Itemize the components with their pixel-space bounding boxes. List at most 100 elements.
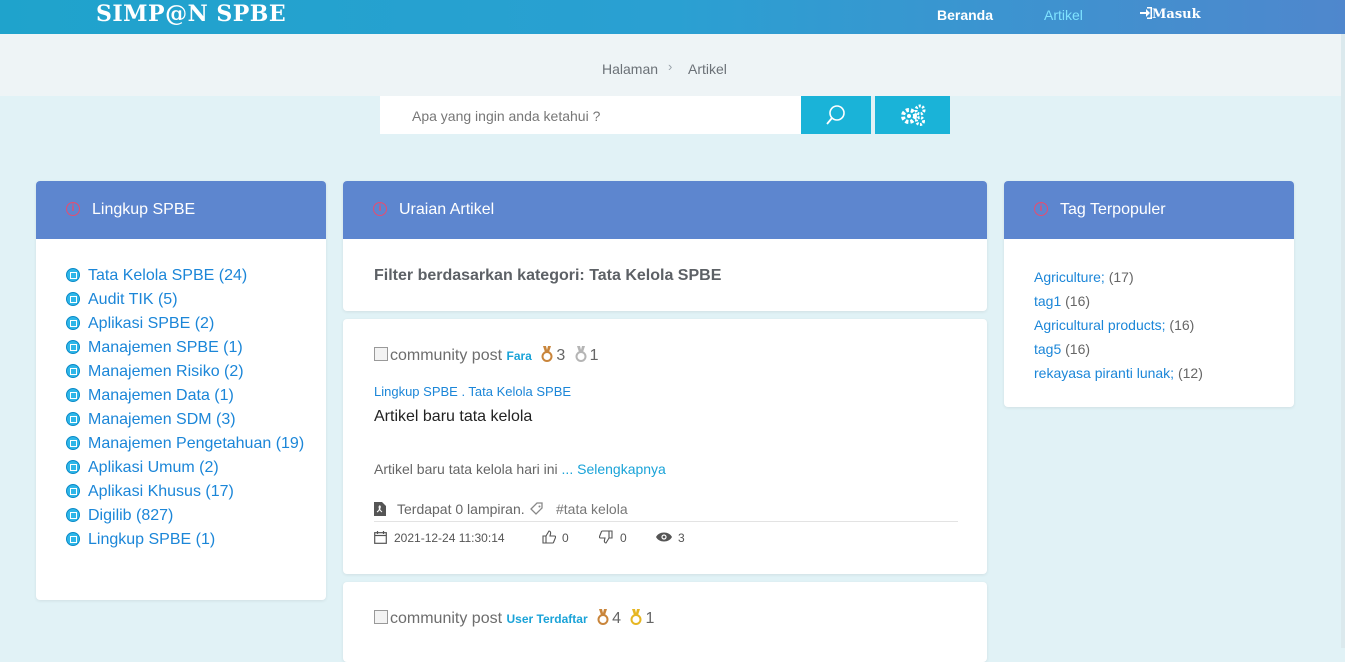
divider [374, 521, 958, 522]
broken-image-icon [374, 610, 388, 624]
nav-articles[interactable]: Artikel [1044, 7, 1083, 23]
tag-item: tag5 (16) [1034, 337, 1203, 361]
category-icon [66, 268, 80, 282]
tags-card-header: i Tag Terpopuler [1004, 181, 1294, 239]
tag-icon [530, 502, 543, 515]
category-label: Manajemen SPBE (1) [88, 339, 243, 356]
nav-login[interactable]: Masuk [1140, 7, 1201, 22]
info-icon: i [1034, 202, 1048, 216]
tag-item: Agriculture; (17) [1034, 265, 1203, 289]
category-item[interactable]: Manajemen SPBE (1) [66, 336, 306, 360]
category-label: Manajemen Data (1) [88, 387, 234, 404]
article-header-card: i Uraian Artikel Filter berdasarkan kate… [343, 181, 987, 311]
breadcrumb-current: Artikel [688, 61, 727, 77]
medal-gold-icon [630, 609, 642, 625]
thumbs-up-icon[interactable] [542, 530, 556, 544]
post-author-line: community post User Terdaftar 4 1 [374, 609, 654, 628]
info-icon: i [373, 202, 387, 216]
calendar-icon [374, 531, 387, 544]
login-icon [1140, 7, 1152, 19]
broken-image-icon [374, 347, 388, 361]
page-scrollbar[interactable] [1341, 34, 1345, 648]
medal-count: 1 [645, 610, 655, 627]
category-label: Audit TIK (5) [88, 291, 178, 308]
post-excerpt-text: Artikel baru tata kelola hari ini [374, 461, 558, 477]
tags-card-title: Tag Terpopuler [1060, 201, 1166, 218]
category-card-header: i Lingkup SPBE [36, 181, 326, 239]
tag-link[interactable]: tag1 [1034, 293, 1061, 309]
post-title[interactable]: Artikel baru tata kelola [374, 408, 532, 426]
post-card: community post User Terdaftar 4 1 [343, 582, 987, 662]
top-navbar: SIMP@N SPBE Beranda Artikel Masuk [0, 0, 1345, 34]
category-item[interactable]: Aplikasi Khusus (17) [66, 480, 306, 504]
tag-link[interactable]: tag5 [1034, 341, 1061, 357]
category-item[interactable]: Manajemen SDM (3) [66, 408, 306, 432]
chevron-right-icon: › [668, 59, 673, 74]
tag-link[interactable]: Agriculture; [1034, 269, 1105, 285]
category-label: Aplikasi Khusus (17) [88, 483, 234, 500]
tags-card: i Tag Terpopuler Agriculture; (17) tag1 … [1004, 181, 1294, 407]
nav-home[interactable]: Beranda [937, 7, 993, 23]
info-icon: i [66, 202, 80, 216]
thumbs-down-icon[interactable] [599, 530, 613, 544]
category-item[interactable]: Tata Kelola SPBE (24) [66, 264, 306, 288]
pdf-icon [374, 502, 386, 516]
post-author[interactable]: User Terdaftar [507, 612, 588, 626]
category-item[interactable]: Manajemen Pengetahuan (19) [66, 432, 306, 456]
article-card-header: i Uraian Artikel [343, 181, 987, 239]
category-icon [66, 412, 80, 426]
medal-bronze-icon [541, 346, 553, 362]
category-icon [66, 508, 80, 522]
post-image-alt: community post [390, 610, 503, 627]
tag-item: tag1 (16) [1034, 289, 1203, 313]
category-icon [66, 388, 80, 402]
category-icon [66, 340, 80, 354]
search-button[interactable] [801, 96, 871, 134]
tag-count: (16) [1169, 317, 1195, 333]
breadcrumb-home[interactable]: Halaman [602, 61, 658, 77]
post-category[interactable]: Lingkup SPBE . Tata Kelola SPBE [374, 384, 571, 399]
medal-count: 4 [612, 610, 621, 627]
category-label: Aplikasi Umum (2) [88, 459, 219, 476]
tag-link[interactable]: Agricultural products; [1034, 317, 1166, 333]
tag-item: rekayasa piranti lunak; (12) [1034, 361, 1203, 385]
tag-link[interactable]: rekayasa piranti lunak; [1034, 365, 1174, 381]
filter-label: Filter berdasarkan kategori: Tata Kelola… [374, 267, 722, 284]
category-icon [66, 460, 80, 474]
post-tag[interactable]: #tata kelola [556, 501, 628, 517]
read-more-link[interactable]: ... Selengkapnya [562, 461, 666, 477]
view-count: 3 [678, 531, 685, 545]
category-icon [66, 364, 80, 378]
category-item[interactable]: Manajemen Risiko (2) [66, 360, 306, 384]
category-item[interactable]: Aplikasi Umum (2) [66, 456, 306, 480]
tag-count: (17) [1108, 269, 1134, 285]
cogs-icon [901, 104, 926, 126]
category-item[interactable]: Digilib (827) [66, 504, 306, 528]
post-date: 2021-12-24 11:30:14 [394, 531, 505, 545]
brand-logo[interactable]: SIMP@N SPBE [96, 1, 286, 27]
article-card-title: Uraian Artikel [399, 201, 495, 218]
tag-list: Agriculture; (17) tag1 (16) Agricultural… [1034, 265, 1203, 385]
post-excerpt: Artikel baru tata kelola hari ini ... Se… [374, 461, 666, 477]
like-count: 0 [562, 531, 569, 545]
post-author-line: community post Fara 3 1 [374, 346, 599, 365]
category-label: Lingkup SPBE (1) [88, 531, 216, 548]
category-item[interactable]: Audit TIK (5) [66, 288, 306, 312]
category-label: Tata Kelola SPBE (24) [88, 267, 248, 284]
medal-count: 1 [589, 347, 599, 364]
category-item[interactable]: Manajemen Data (1) [66, 384, 306, 408]
category-card-title: Lingkup SPBE [92, 201, 196, 218]
search-box [380, 96, 801, 136]
medal-silver-icon [575, 346, 587, 362]
advanced-search-button[interactable] [875, 96, 950, 134]
category-label: Manajemen SDM (3) [88, 411, 236, 428]
search-input[interactable] [410, 96, 794, 136]
attachment-count: Terdapat 0 lampiran. [397, 501, 525, 517]
category-item[interactable]: Lingkup SPBE (1) [66, 528, 306, 552]
login-label: Masuk [1152, 7, 1201, 22]
post-author[interactable]: Fara [507, 349, 532, 363]
category-icon [66, 292, 80, 306]
category-item[interactable]: Aplikasi SPBE (2) [66, 312, 306, 336]
dislike-count: 0 [620, 531, 627, 545]
post-image-alt: community post [390, 347, 503, 364]
